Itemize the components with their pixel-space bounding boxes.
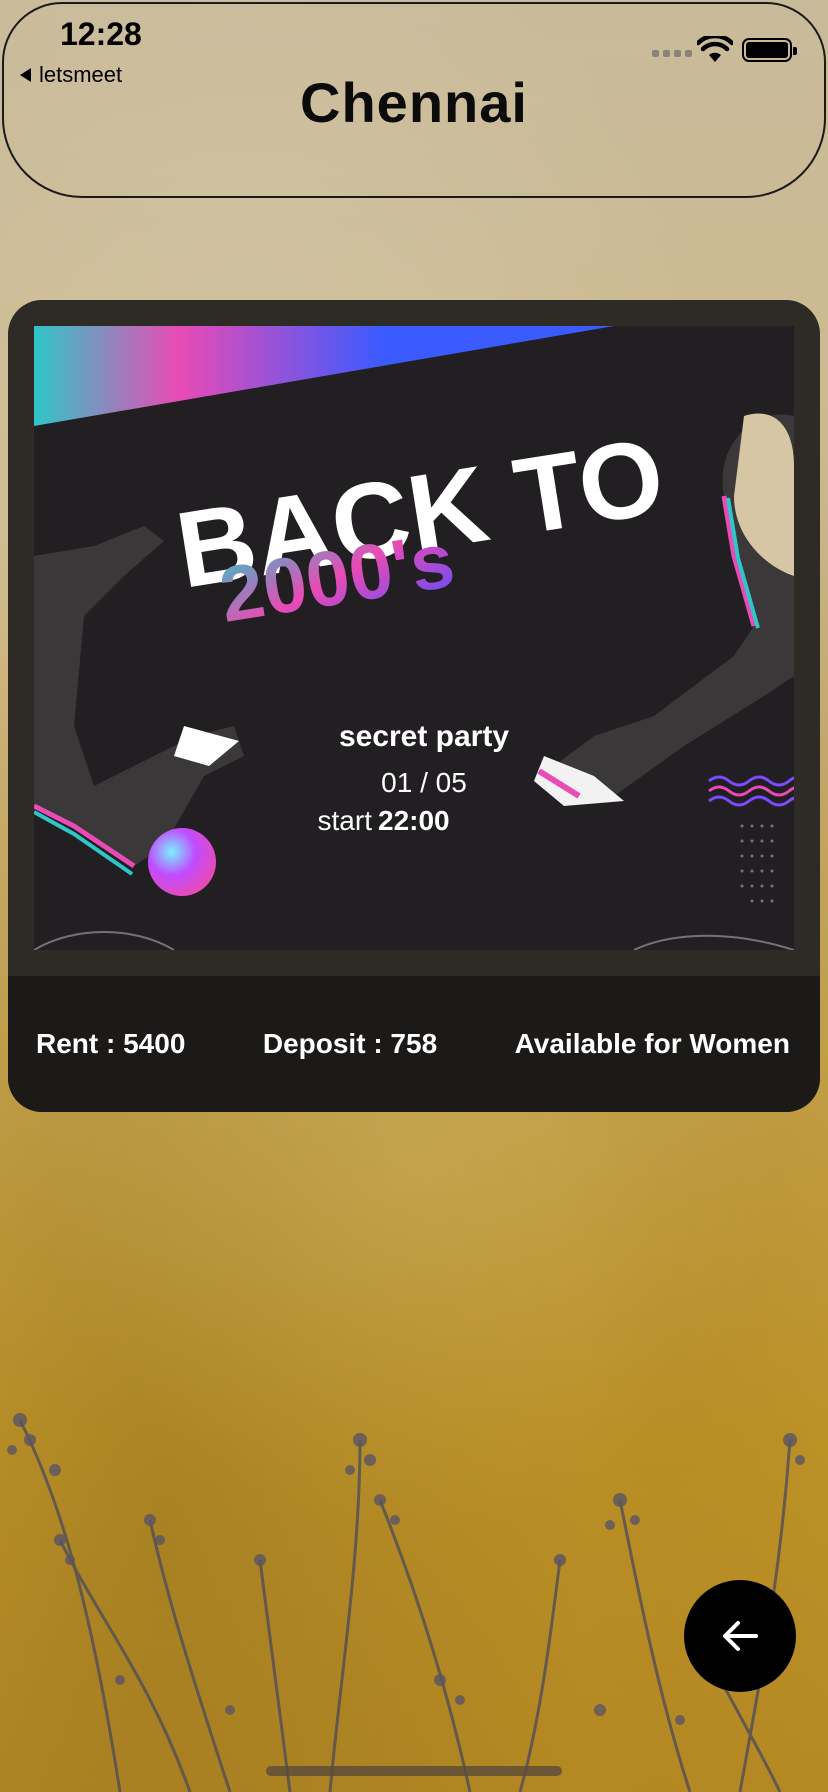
deposit-text: Deposit : 758	[262, 1028, 438, 1059]
page-title: Chennai	[300, 71, 528, 134]
poster-start-label: start	[318, 805, 373, 836]
home-indicator[interactable]	[266, 1766, 562, 1776]
event-poster-image: BACK TO 2000's secret party 01 / 05 star…	[34, 326, 794, 950]
poster-start-time: 22:00	[378, 805, 450, 836]
back-fab-button[interactable]	[684, 1580, 796, 1692]
poster-date: 01 / 05	[381, 767, 467, 798]
availability-text: Available for Women	[514, 1028, 790, 1059]
flowers-decoration	[7, 1413, 805, 1792]
poster-ball	[148, 828, 216, 896]
arrow-left-icon	[723, 1621, 758, 1651]
poster-event-name: secret party	[339, 720, 509, 753]
rent-text: Rent : 5400	[36, 1028, 186, 1059]
listing-info-bar: Rent : 5400 Deposit : 758 Available for …	[8, 976, 820, 1112]
listing-card[interactable]: BACK TO 2000's secret party 01 / 05 star…	[8, 300, 820, 1112]
